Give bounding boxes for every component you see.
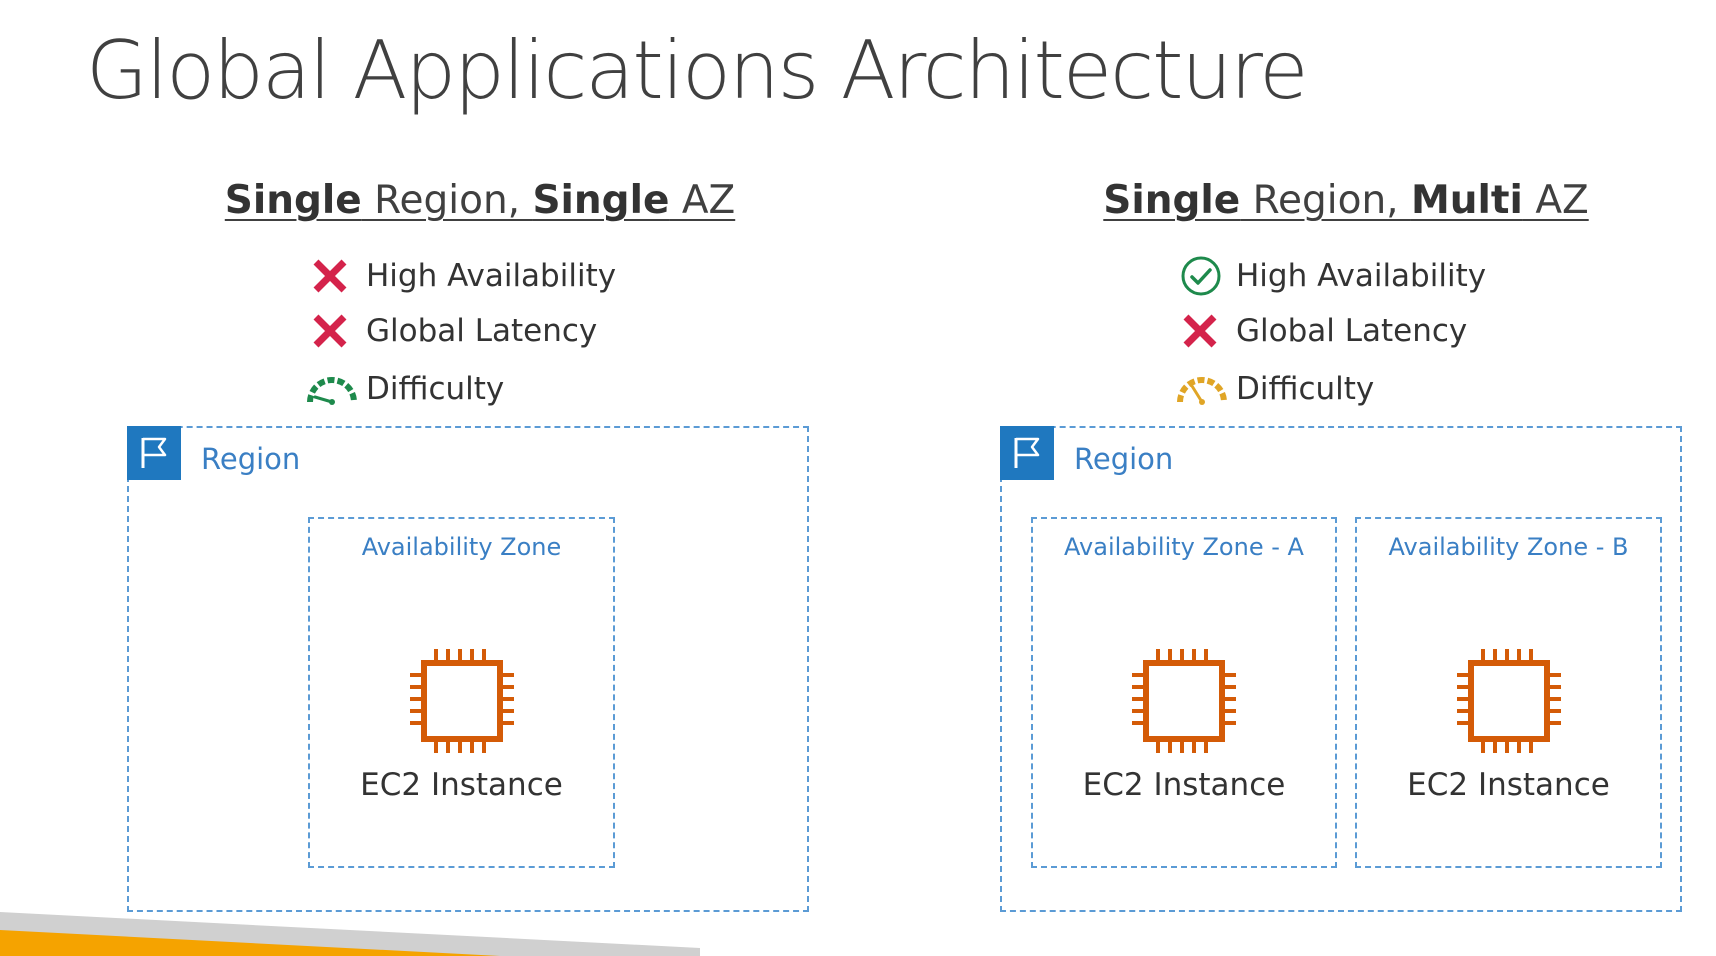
feature-label: Difficulty [366,371,505,407]
heading-text-az: AZ [1522,178,1589,223]
ec2-instance-label: EC2 Instance [1407,767,1610,803]
scenario-heading-single-az: Single Region, Single AZ [225,178,735,223]
heading-text-region: Region, [1240,178,1411,223]
heading-text-region: Region, [361,178,533,223]
feature-global-latency: Global Latency [1180,308,1467,354]
region-box: Region Availability Zone EC2 Instance [127,426,809,912]
feature-label: Difficulty [1236,371,1375,407]
x-icon [310,308,366,354]
ec2-instance-label: EC2 Instance [1082,767,1286,803]
heading-bold-multi: Multi [1410,178,1523,223]
region-flag-icon [1000,426,1054,480]
footer-decoration [0,912,700,956]
availability-zone-box-b: Availability Zone - B EC2 Instance [1355,517,1662,868]
region-label: Region [1074,442,1174,476]
region-box: Region Availability Zone - A EC2 Instanc… [1000,426,1682,912]
feature-label: Global Latency [1236,313,1468,349]
heading-bold-single: Single [1103,178,1241,223]
feature-label: Global Latency [366,313,598,349]
ec2-chip-icon [409,649,514,753]
availability-zone-box-a: Availability Zone - A EC2 Instance [1031,517,1337,868]
ec2-instance-label: EC2 Instance [360,767,563,803]
x-icon [310,253,366,299]
feature-high-availability: High Availability [310,253,616,299]
feature-difficulty: Difficulty [305,366,504,412]
scenario-heading-multi-az: Single Region, Multi AZ [1103,178,1588,223]
feature-difficulty: Difficulty [1175,366,1374,412]
availability-zone-box: Availability Zone EC2 Instance [308,517,615,868]
gauge-icon [1175,366,1236,412]
gauge-icon [305,366,366,412]
feature-global-latency: Global Latency [310,308,597,354]
feature-label: High Availability [366,258,617,294]
slide: Global Applications Architecture Single … [0,0,1716,956]
region-flag-icon [127,426,181,480]
feature-high-availability: High Availability [1180,253,1486,299]
ec2-chip-icon [1132,649,1236,753]
availability-zone-label: Availability Zone [361,533,562,561]
availability-zone-label: Availability Zone - A [1064,533,1304,561]
heading-text-az: AZ [669,178,736,223]
page-title: Global Applications Architecture [86,24,1308,117]
heading-bold-single: Single [224,178,362,223]
availability-zone-label: Availability Zone - B [1388,533,1629,561]
check-circle-icon [1180,253,1236,299]
heading-bold-single-2: Single [532,178,670,223]
region-label: Region [201,442,301,476]
feature-label: High Availability [1236,258,1487,294]
ec2-chip-icon [1456,649,1561,753]
x-icon [1180,308,1236,354]
